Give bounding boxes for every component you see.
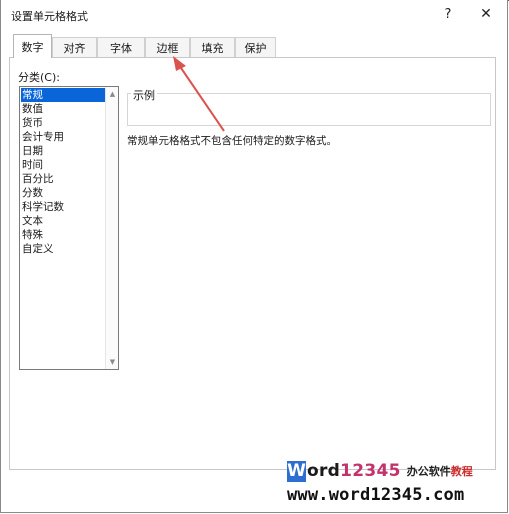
annotation-arrow: [173, 56, 225, 132]
watermark-digits: 12345: [340, 461, 401, 481]
watermark-ord: ord: [307, 461, 341, 481]
tab-number[interactable]: 数字: [13, 34, 52, 58]
watermark-cn-right: 教程: [450, 465, 473, 478]
watermark-cn-left: 办公软件: [406, 465, 451, 478]
arrow-shaft: [178, 64, 225, 132]
watermark-url: www.word12345.com: [287, 485, 465, 505]
arrow-head-icon: [173, 56, 186, 71]
watermark-brand: W ord12345 办公软件教程: [287, 459, 497, 483]
watermark-logo-w: W: [287, 460, 306, 482]
